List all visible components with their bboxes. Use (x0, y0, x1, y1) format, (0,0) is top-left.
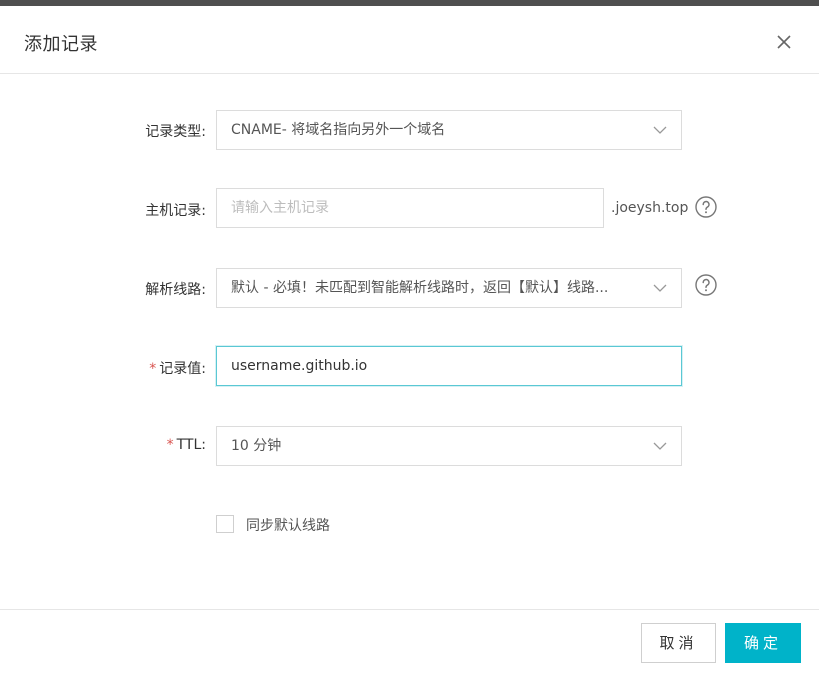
help-icon[interactable] (694, 273, 718, 297)
close-icon[interactable] (774, 32, 794, 52)
sync-default-checkbox[interactable] (216, 515, 234, 533)
dialog-footer: 取消 确定 (0, 609, 819, 673)
resolution-line-label: 解析线路: (145, 282, 206, 298)
confirm-button[interactable]: 确定 (725, 623, 801, 663)
record-type-value: CNAME- 将域名指向另外一个域名 (231, 122, 446, 138)
dialog-header: 添加记录 (0, 6, 819, 74)
domain-suffix: .joeysh.top (611, 200, 689, 216)
record-value-input[interactable] (216, 346, 682, 386)
cancel-button[interactable]: 取消 (641, 623, 716, 663)
dialog-title: 添加记录 (24, 34, 98, 55)
ttl-value: 10 分钟 (231, 438, 282, 454)
chevron-down-icon (653, 126, 667, 134)
resolution-line-select[interactable]: 默认 - 必填！未匹配到智能解析线路时，返回【默认】线路... (216, 268, 682, 308)
ttl-select[interactable]: 10 分钟 (216, 426, 682, 466)
resolution-line-value: 默认 - 必填！未匹配到智能解析线路时，返回【默认】线路... (231, 280, 609, 296)
ttl-label-text: TTL: (176, 437, 206, 453)
record-value-label-text: 记录值: (159, 361, 206, 377)
record-value-label: * 记录值: (149, 358, 206, 378)
help-icon[interactable] (694, 195, 718, 219)
record-type-label: 记录类型: (145, 124, 206, 140)
host-record-input[interactable] (216, 188, 604, 228)
host-record-label: 主机记录: (145, 203, 206, 219)
chevron-down-icon (653, 442, 667, 450)
required-mark: * (166, 437, 174, 453)
record-type-select[interactable]: CNAME- 将域名指向另外一个域名 (216, 110, 682, 150)
ttl-label: * TTL: (167, 437, 206, 453)
sync-default-label[interactable]: 同步默认线路 (246, 515, 330, 535)
required-mark: * (149, 361, 157, 377)
chevron-down-icon (653, 284, 667, 292)
